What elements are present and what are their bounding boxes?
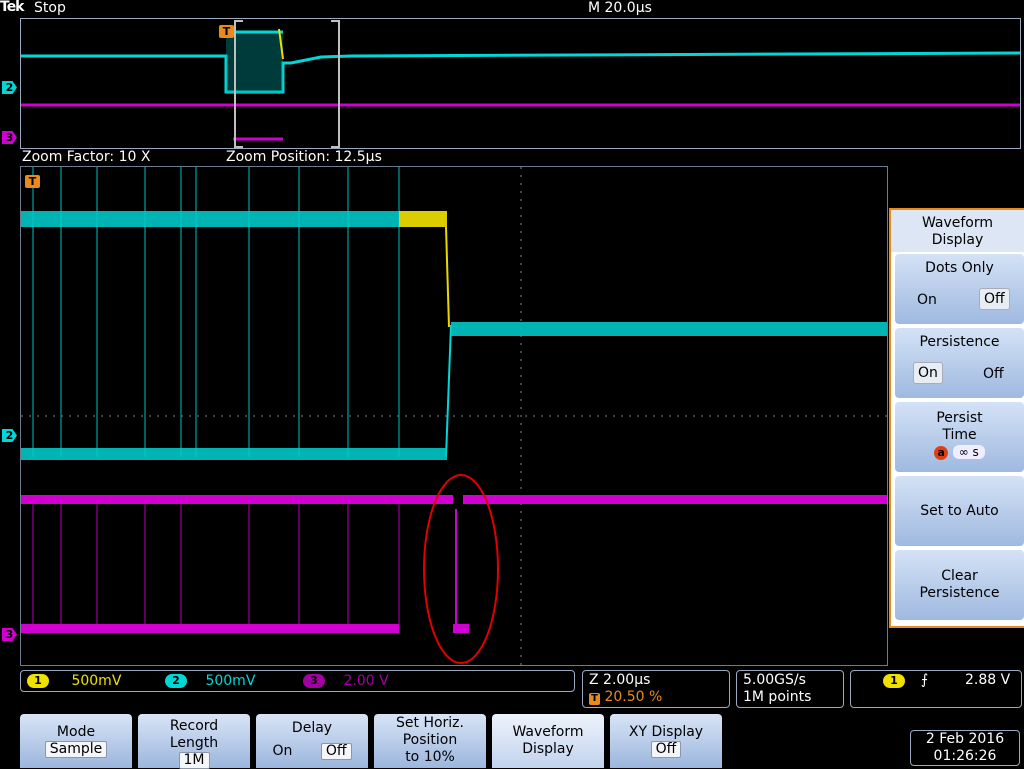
ch1-falling-edge [445, 226, 450, 328]
zoom-factor: Zoom Factor: 10 X [22, 149, 151, 165]
trigger-pos-icon: T [589, 693, 600, 705]
record-overview[interactable]: T [20, 18, 1021, 149]
overview-trigger-marker[interactable]: T [219, 25, 234, 38]
ch1-high-level [399, 211, 447, 227]
ch3-scale: 2.00 V [343, 673, 389, 689]
persist-time-label-1: Persist [936, 410, 983, 426]
ch2-scale: 500mV [205, 673, 256, 689]
record-length-label-1: Record [169, 718, 219, 734]
xy-display-label: XY Display [628, 724, 704, 740]
record-length-value: 1M [178, 752, 210, 769]
ch2-marker[interactable]: 2 [2, 429, 17, 442]
overview-ch2-marker[interactable]: 2 [2, 81, 17, 94]
rising-edge-icon: ⨍ [921, 672, 929, 688]
ch3-marker[interactable]: 3 [2, 628, 17, 641]
delay-off[interactable]: Off [320, 743, 352, 760]
dots-only-button[interactable]: Dots Only On Off [895, 254, 1024, 324]
persistence-button[interactable]: Persistence On Off [895, 328, 1024, 398]
ch1-scale: 500mV [71, 673, 122, 689]
persist-time-button[interactable]: Persist Time a ∞ s [895, 402, 1024, 472]
zoom-position: Zoom Position: 12.5µs [226, 149, 382, 165]
trigger-level: 2.88 V [965, 672, 1011, 688]
dots-only-on[interactable]: On [913, 290, 941, 310]
tek-logo: Tek [0, 0, 24, 15]
zoom-graticule[interactable]: T [20, 166, 888, 666]
acquisition-readout[interactable]: 5.00GS/s 1M points [736, 670, 844, 708]
persist-time-label-2: Time [942, 427, 977, 443]
ch2-glitch-lines [32, 167, 400, 457]
horizontal-readout[interactable]: Z 2.00µs T 20.50 % [582, 670, 730, 708]
xy-display-button[interactable]: XY Display Off [610, 714, 722, 768]
record-length-label-2: Length [169, 735, 219, 751]
delay-button[interactable]: Delay On Off [256, 714, 368, 768]
zoom-scale: Z 2.00µs [589, 672, 651, 688]
run-status: Stop [34, 0, 66, 16]
status-bar: Tek Stop M 20.0µs [0, 0, 1024, 18]
set-horiz-line2: Position [402, 732, 458, 748]
clear-persistence-label-2: Persistence [919, 585, 1000, 601]
channel-readouts: 1 500mV 2 500mV 3 2.00 V [20, 670, 575, 692]
delay-label: Delay [291, 720, 333, 736]
grid-center-lines [21, 167, 887, 665]
overview-ch3-marker[interactable]: 3 [2, 131, 17, 144]
ch1-readout[interactable]: 1 500mV [27, 673, 121, 689]
ch3-glitch-lines [32, 497, 400, 633]
dots-only-label: Dots Only [925, 260, 994, 276]
ch1-chip: 1 [27, 674, 49, 688]
menu-title-line2: Display [931, 232, 984, 248]
persistence-label: Persistence [919, 334, 1000, 350]
persistence-on[interactable]: On [913, 362, 943, 384]
date: 2 Feb 2016 [925, 731, 1005, 747]
ch2-after-level [451, 322, 887, 336]
trigger-readout[interactable]: 1 ⨍ 2.88 V [850, 670, 1022, 708]
ch2-high-level [21, 211, 399, 227]
trigger-source-chip: 1 [883, 674, 905, 688]
waveform-display-line2: Display [522, 741, 574, 757]
ch3-low-level [21, 624, 399, 633]
ch2-rising-edge [445, 324, 452, 458]
set-to-auto-button[interactable]: Set to Auto [895, 476, 1024, 546]
menu-title: Waveform Display [891, 210, 1024, 252]
persist-time-value: ∞ s [952, 445, 985, 459]
overview-ch2-trace [21, 51, 1020, 94]
record-points: 1M points [743, 689, 812, 705]
time: 01:26:26 [933, 748, 997, 764]
timebase-readout: M 20.0µs [588, 0, 652, 16]
ch3-chip: 3 [303, 674, 325, 688]
dots-only-off[interactable]: Off [979, 288, 1010, 310]
clear-persistence-button[interactable]: Clear Persistence [895, 550, 1024, 620]
waveform-display-menu: Waveform Display Dots Only On Off Persis… [889, 208, 1024, 628]
sample-rate: 5.00GS/s [743, 672, 806, 688]
persistence-off[interactable]: Off [979, 364, 1008, 384]
set-horiz-line1: Set Horiz. [396, 715, 464, 731]
overview-waveforms [21, 20, 1020, 148]
multipurpose-knob-a-icon: a [934, 446, 949, 460]
delay-on[interactable]: On [272, 743, 292, 759]
set-horiz-position-button[interactable]: Set Horiz. Position to 10% [374, 714, 486, 768]
mode-label: Mode [56, 724, 96, 740]
clear-persistence-label-1: Clear [941, 568, 978, 584]
mode-button[interactable]: Mode Sample [20, 714, 132, 768]
set-horiz-line3: to 10% [405, 749, 455, 765]
waveform-display-button[interactable]: Waveform Display [492, 714, 604, 768]
ch2-chip: 2 [165, 674, 187, 688]
ch2-low-level [21, 448, 447, 460]
ch3-readout[interactable]: 3 2.00 V [303, 673, 389, 689]
trigger-position: 20.50 % [604, 689, 663, 705]
main-waveforms [21, 167, 887, 665]
record-length-button[interactable]: Record Length 1M [138, 714, 250, 769]
waveform-display-line1: Waveform [512, 724, 584, 740]
ch2-readout[interactable]: 2 500mV [165, 673, 255, 689]
ch3-dropout [453, 479, 463, 509]
menu-title-line1: Waveform [921, 215, 994, 231]
date-time: 2 Feb 2016 01:26:26 [910, 730, 1020, 766]
trigger-marker[interactable]: T [25, 175, 40, 188]
xy-display-value: Off [650, 741, 682, 758]
mode-value: Sample [44, 741, 108, 758]
set-to-auto-label: Set to Auto [920, 503, 999, 519]
